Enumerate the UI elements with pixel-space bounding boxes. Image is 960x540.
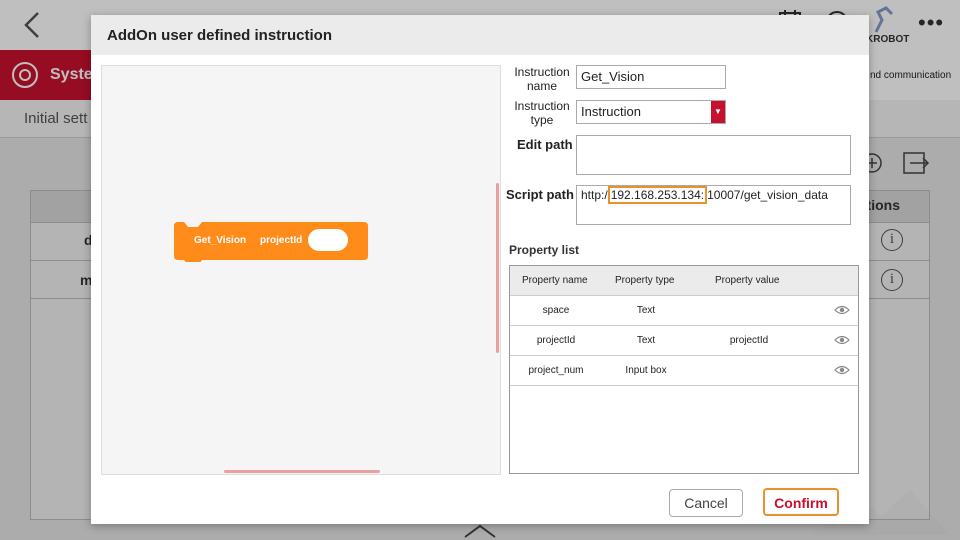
chevron-up-icon[interactable] (462, 522, 498, 540)
instruction-type-value: Instruction (581, 104, 641, 119)
property-name: space (542, 305, 570, 316)
property-type: Text (636, 335, 656, 346)
instruction-type-select[interactable]: Instruction ▼ (576, 100, 726, 124)
script-path-prefix: http:/ (581, 188, 608, 202)
script-path-label: Script path (506, 187, 574, 202)
property-row[interactable]: space Text (510, 296, 858, 326)
script-path-input[interactable]: http:/192.168.253.134: 10007/get_vision_d… (576, 185, 851, 225)
eye-icon[interactable] (834, 304, 850, 316)
property-row[interactable]: project_num Input box (510, 356, 858, 386)
edit-path-input[interactable] (576, 135, 851, 175)
dialog-title: AddOn user defined instruction (107, 27, 333, 44)
header-property-type: Property type (615, 275, 675, 286)
header-property-value: Property value (715, 275, 780, 286)
instruction-name-label: Instruction name (514, 65, 570, 93)
eye-icon[interactable] (834, 334, 850, 346)
property-name: projectId (536, 335, 576, 346)
property-list-label: Property list (509, 243, 580, 257)
canvas-scrollbar[interactable] (224, 470, 380, 473)
script-path-ip: 192.168.253.134: (607, 186, 708, 204)
script-path-suffix: 10007/get_vision_data (707, 188, 828, 202)
property-type: Input box (625, 365, 667, 376)
block-param: projectId (260, 235, 303, 246)
property-name: project_num (528, 365, 584, 376)
eye-icon[interactable] (834, 364, 850, 376)
block-param-input[interactable] (308, 229, 348, 251)
property-value: projectId (729, 335, 769, 346)
property-type: Text (636, 305, 656, 316)
instruction-type-label: Instruction type (514, 99, 570, 127)
block-canvas[interactable]: Get_Vision projectId (101, 65, 501, 475)
addon-instruction-dialog: AddOn user defined instruction Get_Visio… (91, 15, 869, 524)
instruction-name-input[interactable]: Get_Vision (576, 65, 726, 89)
property-table: Property name Property type Property val… (509, 265, 859, 474)
cancel-button[interactable]: Cancel (669, 489, 743, 517)
edit-path-label: Edit path (517, 137, 573, 152)
property-table-header: Property name Property type Property val… (510, 266, 858, 296)
block-name: Get_Vision (194, 235, 247, 246)
header-property-name: Property name (522, 275, 588, 286)
dialog-header: AddOn user defined instruction (91, 15, 869, 55)
property-row[interactable]: projectId Text projectId (510, 326, 858, 356)
chevron-down-icon[interactable]: ▼ (711, 101, 725, 123)
form-scrollbar[interactable] (496, 183, 499, 353)
confirm-button[interactable]: Confirm (763, 488, 839, 516)
